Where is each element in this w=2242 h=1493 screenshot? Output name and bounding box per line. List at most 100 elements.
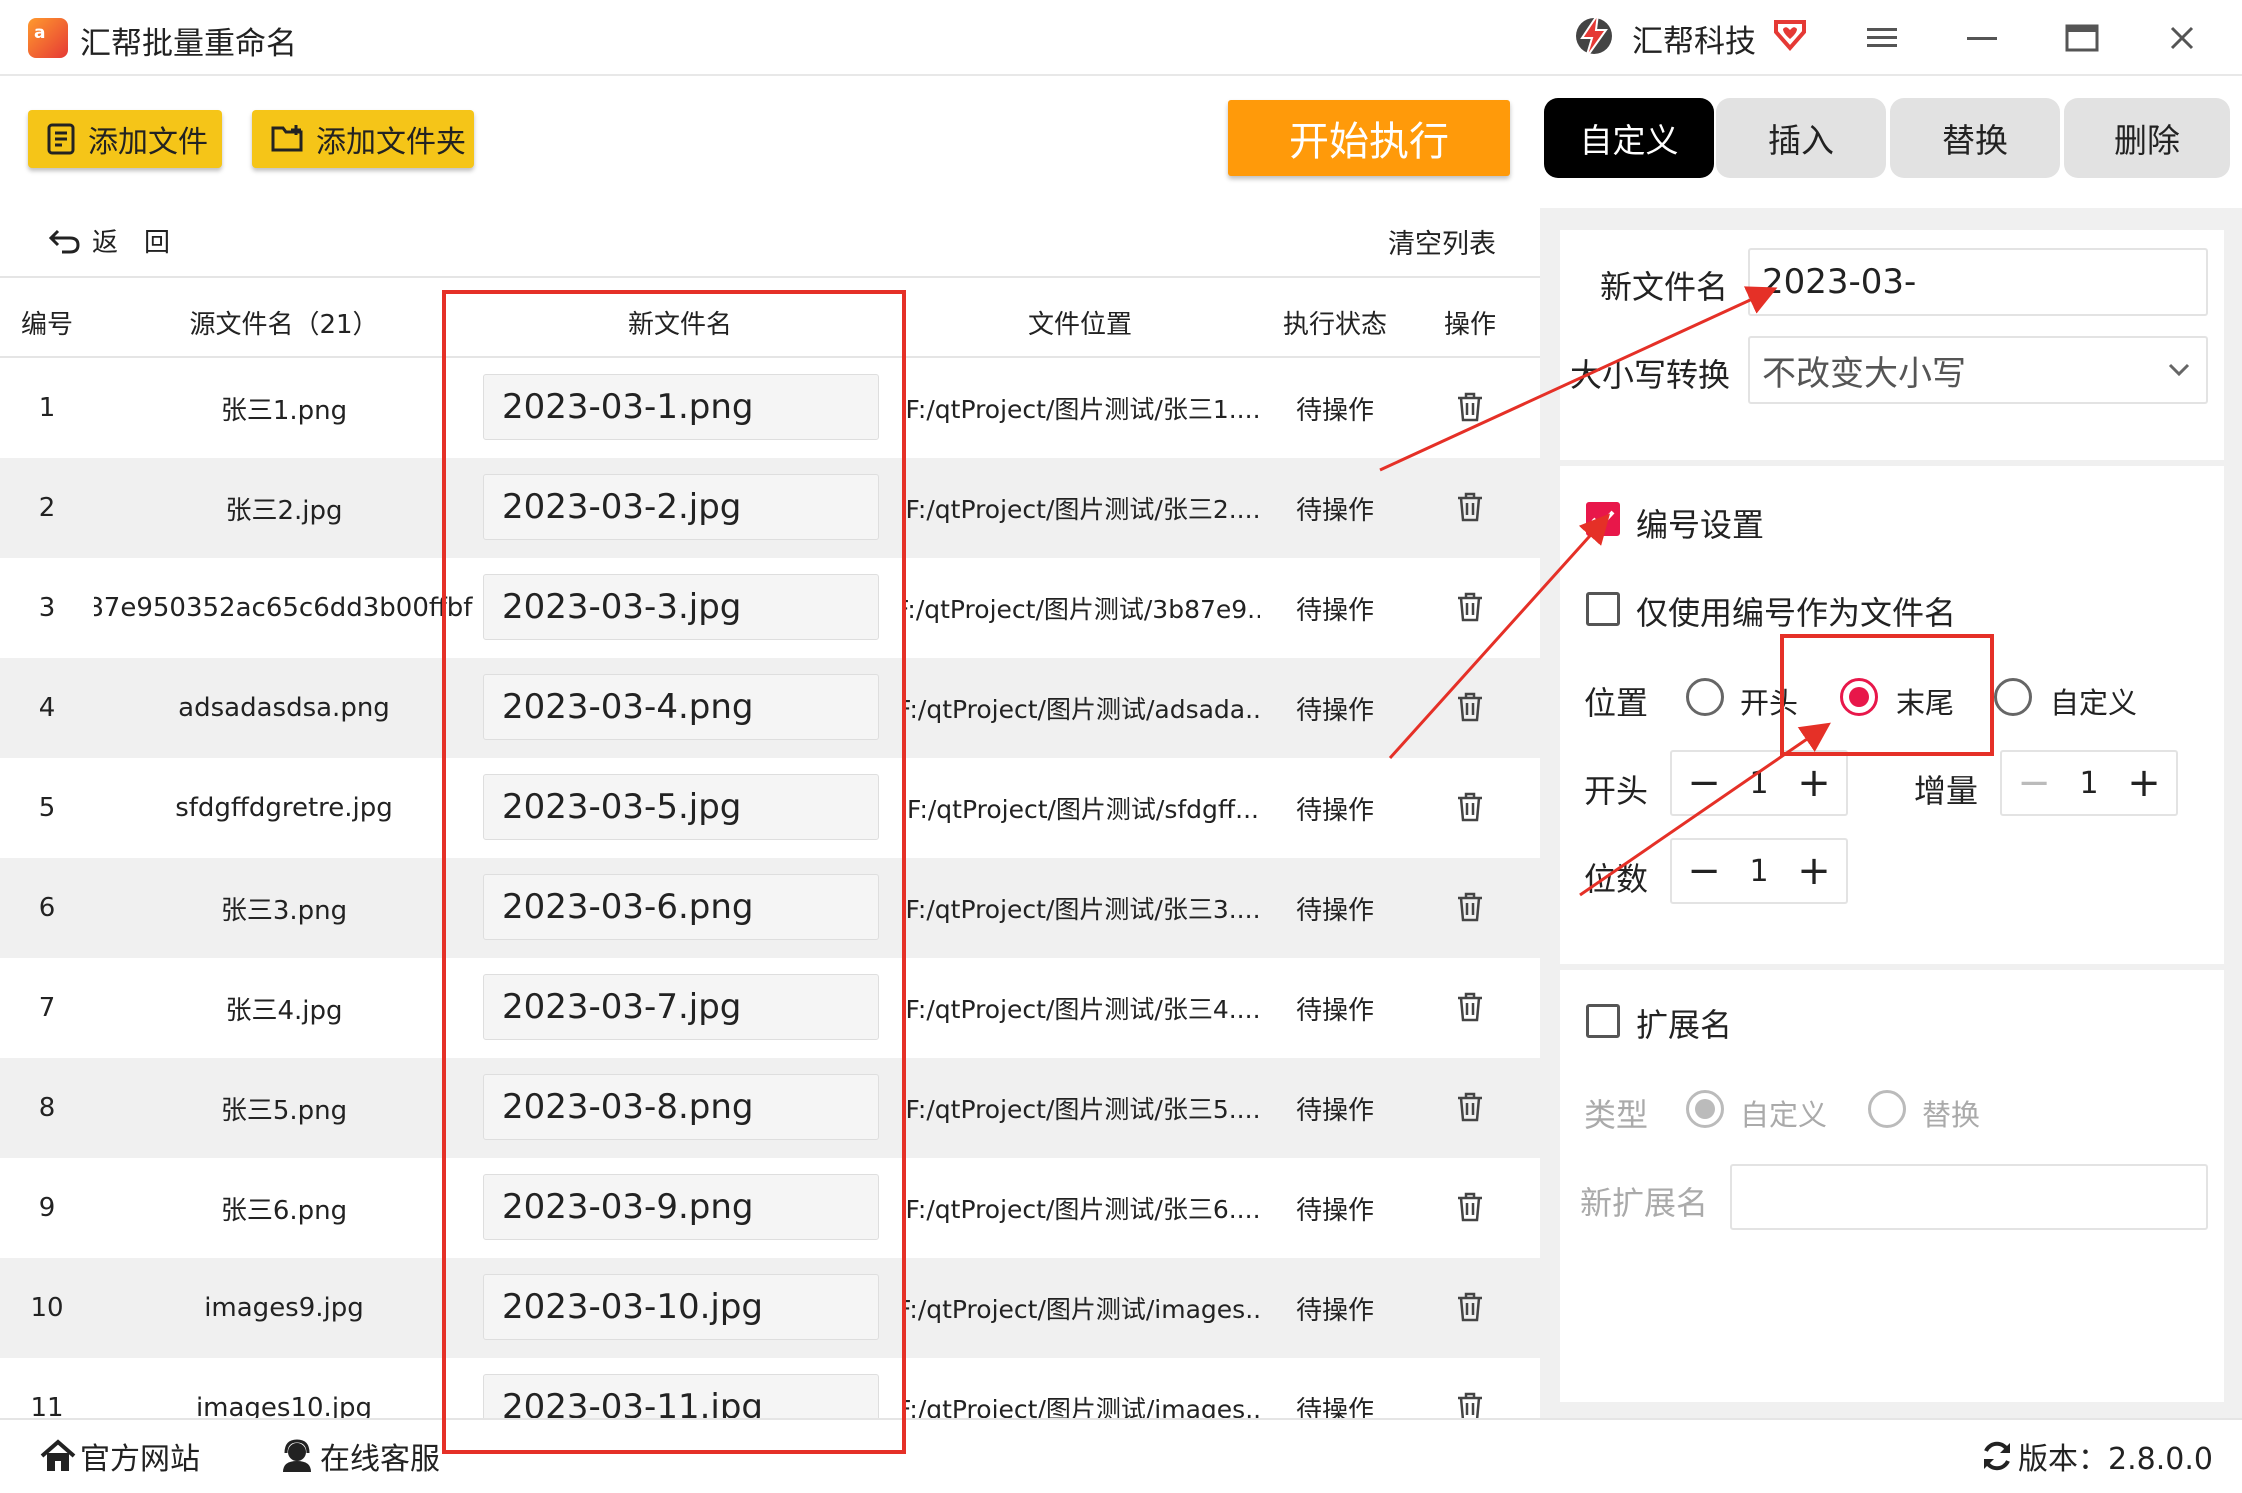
home-icon: [40, 1439, 76, 1471]
row-location: F:/qtProject/图片测试/张三1....: [906, 395, 1260, 424]
website-link[interactable]: 官方网站: [40, 1434, 200, 1478]
start-number-label: 开头: [1584, 772, 1649, 810]
row-index: 6: [38, 893, 56, 923]
brand-name: 汇帮科技: [1632, 24, 1756, 60]
app-title: 汇帮批量重命名: [80, 26, 297, 62]
menu-icon[interactable]: [1854, 14, 1910, 62]
support-link[interactable]: 在线客服: [280, 1434, 440, 1478]
ext-type-custom-radio[interactable]: [1686, 1090, 1724, 1128]
row-source-name: 张三6.png: [220, 1195, 348, 1226]
tab-delete[interactable]: 删除: [2064, 98, 2230, 178]
minus-icon[interactable]: −: [1684, 848, 1724, 894]
header-status: 执行状态: [1282, 310, 1387, 340]
digits-stepper[interactable]: − 1 +: [1670, 838, 1848, 904]
trash-icon[interactable]: [1456, 792, 1484, 822]
position-custom-radio[interactable]: [1994, 678, 2032, 716]
row-location: F:/qtProject/图片测试/3b87e9...: [906, 595, 1260, 624]
back-button[interactable]: 返 回: [48, 222, 170, 259]
row-source-name: sfdgffdgretre.jpg: [175, 793, 393, 823]
row-status: 待操作: [1295, 1195, 1374, 1226]
ext-type-label: 类型: [1584, 1096, 1649, 1134]
row-index: 10: [30, 1293, 64, 1323]
row-location: F:/qtProject/图片测试/张三2....: [906, 495, 1260, 524]
trash-icon[interactable]: [1456, 692, 1484, 722]
row-status: 待操作: [1295, 495, 1374, 526]
app-logo-glyph: a: [34, 23, 46, 43]
chevron-down-icon: [2168, 363, 2190, 377]
row-source-name: 张三2.jpg: [225, 495, 343, 526]
file-list-icon: [47, 123, 75, 155]
row-index: 1: [38, 393, 56, 423]
clear-list-button[interactable]: 清空列表: [1388, 222, 1496, 261]
row-location: F:/qtProject/图片测试/张三3....: [906, 895, 1260, 924]
row-location: F:/qtProject/图片测试/sfdgff...: [907, 795, 1259, 824]
row-source-name: images10.jpg: [195, 1393, 373, 1418]
back-label: 返 回: [92, 228, 171, 258]
maximize-icon[interactable]: [2054, 14, 2110, 62]
row-index: 9: [38, 1193, 56, 1223]
trash-icon[interactable]: [1456, 592, 1484, 622]
minimize-icon[interactable]: [1954, 14, 2010, 62]
trash-icon[interactable]: [1456, 992, 1484, 1022]
highlight-position-end: [1780, 634, 1994, 756]
header-action: 操作: [1443, 310, 1496, 340]
row-location: F:/qtProject/图片测试/adsada...: [906, 695, 1260, 724]
new-ext-input[interactable]: [1730, 1164, 2208, 1230]
start-number-value: 1: [1749, 765, 1769, 801]
add-folder-button[interactable]: 添加文件夹: [252, 110, 474, 168]
trash-icon[interactable]: [1456, 1292, 1484, 1322]
digits-label: 位数: [1584, 860, 1649, 898]
trash-icon[interactable]: [1456, 1192, 1484, 1222]
trash-icon[interactable]: [1456, 892, 1484, 922]
extension-checkbox[interactable]: [1586, 1004, 1620, 1038]
row-status: 待操作: [1295, 1395, 1374, 1419]
plus-icon[interactable]: +: [1794, 848, 1834, 894]
tab-insert[interactable]: 插入: [1716, 98, 1886, 178]
new-name-input[interactable]: 2023-03-: [1748, 248, 2208, 316]
case-select[interactable]: 不改变大小写: [1748, 336, 2208, 404]
row-index: 4: [38, 693, 56, 723]
row-index: 3: [38, 593, 56, 623]
close-icon[interactable]: [2154, 14, 2210, 62]
plus-icon[interactable]: +: [1794, 760, 1834, 806]
row-source-name: 3b87e950352ac65c6dd3b00ffbf2...: [94, 593, 474, 623]
row-status: 待操作: [1295, 595, 1374, 626]
row-index: 11: [30, 1393, 64, 1418]
tab-custom[interactable]: 自定义: [1544, 98, 1714, 178]
trash-icon[interactable]: [1456, 1092, 1484, 1122]
minus-icon[interactable]: −: [1684, 760, 1724, 806]
brand-logo-icon: [1576, 13, 1612, 59]
row-index: 7: [38, 993, 56, 1023]
trash-icon[interactable]: [1456, 392, 1484, 422]
only-number-checkbox[interactable]: [1586, 592, 1620, 626]
refresh-icon: [1984, 1441, 2010, 1471]
start-number-stepper[interactable]: − 1 +: [1670, 750, 1848, 816]
heart-shield-icon[interactable]: [1770, 14, 1810, 54]
row-status: 待操作: [1295, 395, 1374, 426]
app-window: a 汇帮批量重命名 汇帮科技 添加文件 添加文件夹 开始执行 自定义 插入 替换…: [0, 0, 2242, 1493]
extension-label: 扩展名: [1636, 1006, 1733, 1044]
plus-icon[interactable]: +: [2124, 760, 2164, 806]
new-name-label: 新文件名: [1600, 268, 1729, 306]
start-button[interactable]: 开始执行: [1228, 100, 1510, 176]
header-location: 文件位置: [1027, 310, 1132, 340]
row-source-name: 张三4.jpg: [225, 995, 343, 1026]
minus-icon[interactable]: −: [2014, 760, 2054, 806]
tab-replace[interactable]: 替换: [1890, 98, 2060, 178]
ext-type-replace-radio[interactable]: [1868, 1090, 1906, 1128]
header-index: 编号: [20, 310, 73, 340]
position-start-radio[interactable]: [1686, 678, 1724, 716]
ext-type-custom-label: 自定义: [1740, 1098, 1828, 1132]
digits-value: 1: [1749, 853, 1769, 889]
headset-icon: [283, 1439, 311, 1472]
add-file-button[interactable]: 添加文件: [28, 110, 222, 168]
row-status: 待操作: [1295, 895, 1374, 926]
folder-add-icon: [271, 125, 303, 152]
row-status: 待操作: [1295, 1295, 1374, 1326]
row-location: F:/qtProject/图片测试/张三5....: [906, 1095, 1260, 1124]
increment-stepper[interactable]: − 1 +: [2000, 750, 2178, 816]
numbering-checkbox[interactable]: [1586, 502, 1620, 536]
row-location: F:/qtProject/图片测试/images...: [906, 1295, 1260, 1324]
trash-icon[interactable]: [1456, 1392, 1484, 1418]
trash-icon[interactable]: [1456, 492, 1484, 522]
